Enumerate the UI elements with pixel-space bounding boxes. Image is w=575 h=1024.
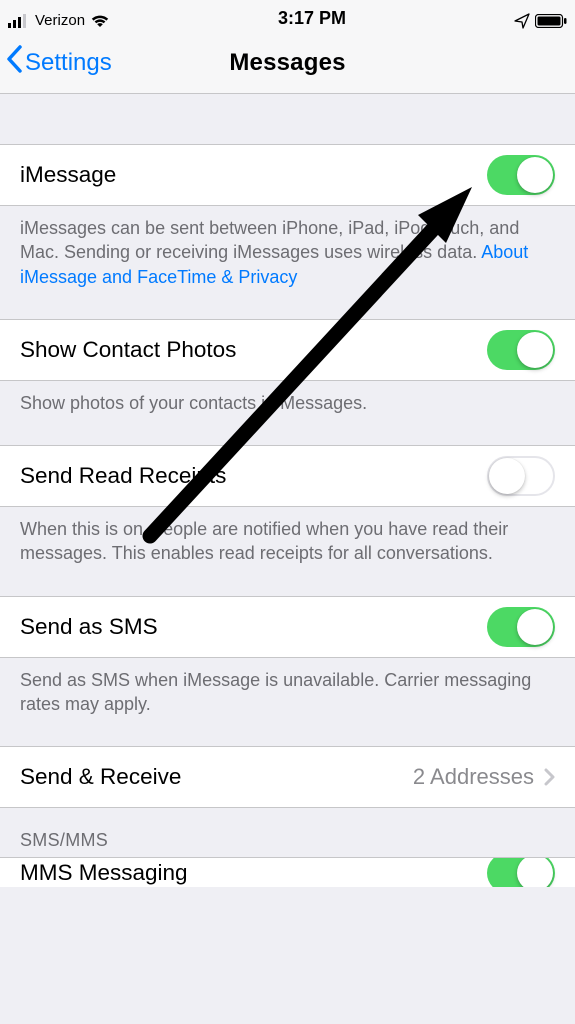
battery-icon	[535, 14, 567, 28]
status-left: Verizon	[8, 12, 110, 29]
status-right	[514, 13, 567, 29]
row-send-sms[interactable]: Send as SMS	[0, 596, 575, 658]
back-label: Settings	[25, 49, 112, 77]
section-header-smsmms: SMS/MMS	[0, 808, 575, 857]
location-icon	[514, 13, 530, 29]
row-detail: 2 Addresses	[413, 764, 555, 790]
row-mms-messaging[interactable]: MMS Messaging	[0, 857, 575, 887]
wifi-icon	[90, 14, 110, 28]
toggle-imessage[interactable]	[487, 155, 555, 195]
toggle-read-receipts[interactable]	[487, 456, 555, 496]
cellular-signal-icon	[8, 14, 30, 28]
footer-send-sms: Send as SMS when iMessage is unavailable…	[0, 658, 575, 717]
toggle-contact-photos[interactable]	[487, 330, 555, 370]
row-label: Show Contact Photos	[20, 337, 236, 363]
row-label: iMessage	[20, 162, 116, 188]
footer-imessage: iMessages can be sent between iPhone, iP…	[0, 206, 575, 289]
row-send-receive[interactable]: Send & Receive 2 Addresses	[0, 746, 575, 808]
chevron-left-icon	[6, 45, 23, 80]
row-label: Send Read Receipts	[20, 463, 226, 489]
status-bar: Verizon 3:17 PM	[0, 0, 575, 32]
back-button[interactable]: Settings	[6, 32, 112, 93]
carrier-label: Verizon	[35, 12, 85, 29]
footer-text: iMessages can be sent between iPhone, iP…	[20, 218, 519, 262]
chevron-right-icon	[544, 768, 555, 786]
row-detail-text: 2 Addresses	[413, 764, 534, 790]
row-label: Send & Receive	[20, 764, 181, 790]
row-label: MMS Messaging	[20, 860, 188, 886]
row-contact-photos[interactable]: Show Contact Photos	[0, 319, 575, 381]
toggle-send-sms[interactable]	[487, 607, 555, 647]
nav-bar: Settings Messages	[0, 32, 575, 94]
toggle-mms[interactable]	[487, 857, 555, 887]
row-imessage[interactable]: iMessage	[0, 144, 575, 206]
status-time: 3:17 PM	[278, 8, 346, 29]
row-label: Send as SMS	[20, 614, 158, 640]
row-read-receipts[interactable]: Send Read Receipts	[0, 445, 575, 507]
footer-read-receipts: When this is on, people are notified whe…	[0, 507, 575, 566]
footer-contact-photos: Show photos of your contacts in Messages…	[0, 381, 575, 415]
